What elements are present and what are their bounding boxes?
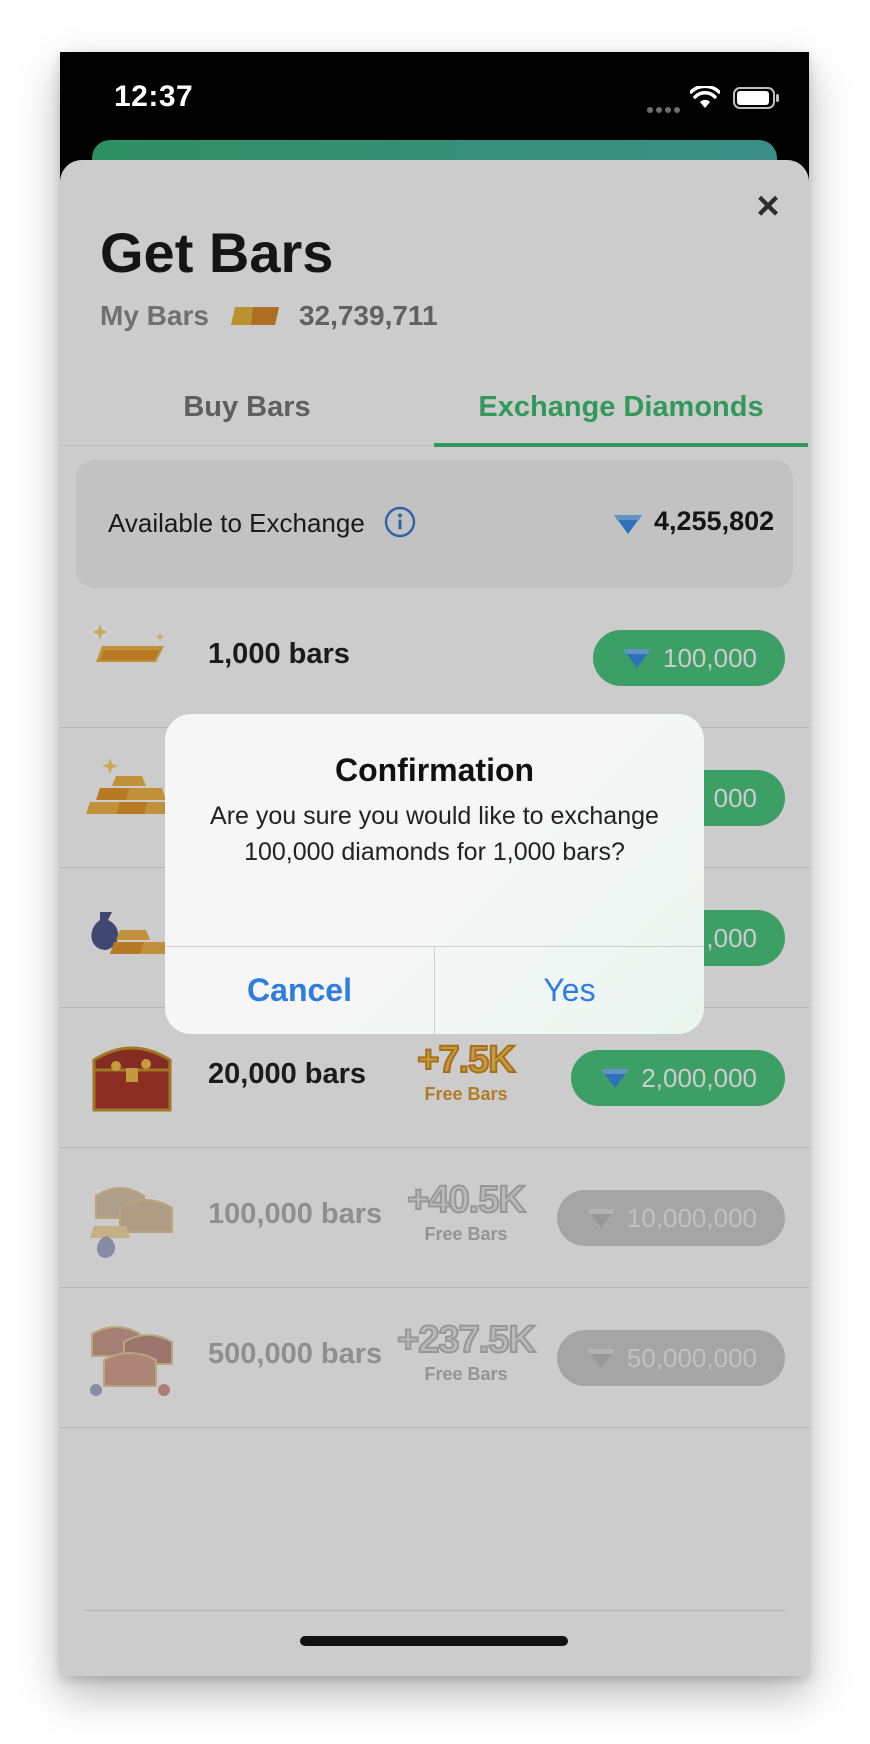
phone-screen: 12:37 × Get Bars My Bars 32,739,711 Buy … <box>60 52 809 1676</box>
cancel-button[interactable]: Cancel <box>165 946 434 1034</box>
confirmation-dialog: Confirmation Are you sure you would like… <box>165 714 704 1034</box>
status-time: 12:37 <box>114 80 194 113</box>
home-indicator[interactable] <box>300 1636 568 1646</box>
yes-button[interactable]: Yes <box>435 946 704 1034</box>
wifi-icon <box>690 86 720 108</box>
cellular-signal-icon <box>647 100 683 113</box>
battery-icon <box>733 87 779 109</box>
dialog-message: Are you sure you would like to exchange … <box>210 802 659 866</box>
dialog-title: Confirmation <box>334 752 535 788</box>
